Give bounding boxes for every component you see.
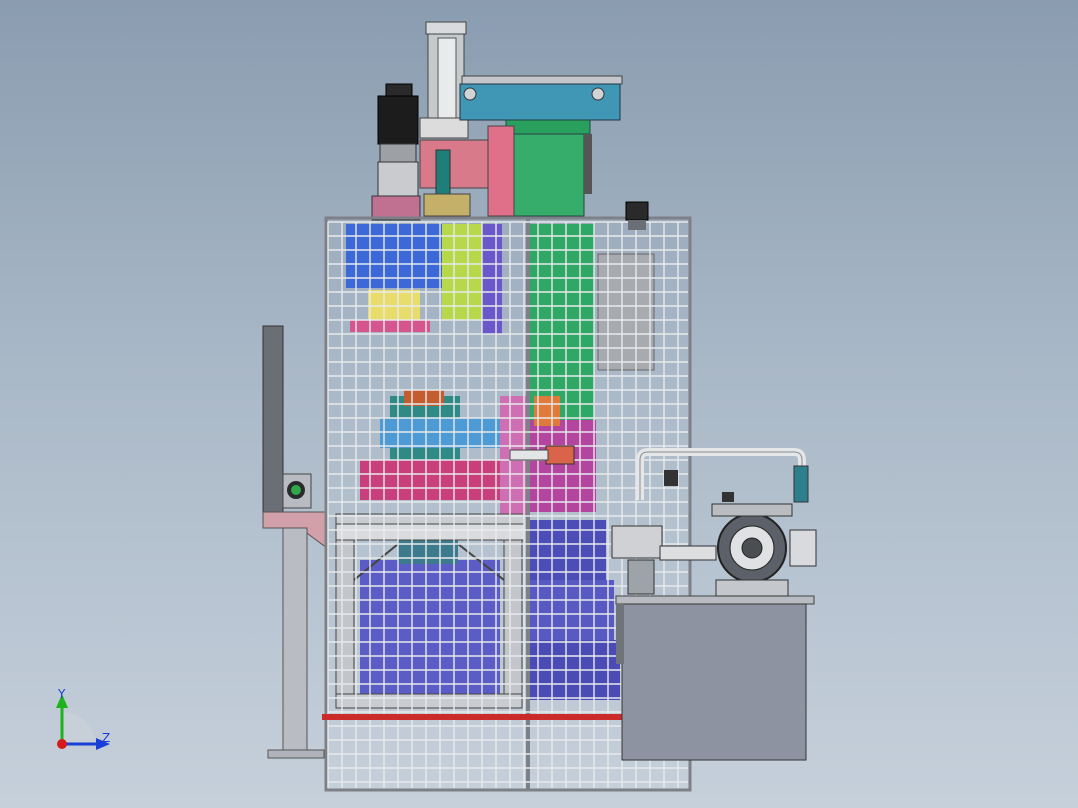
z-axis-label: Z <box>102 731 110 745</box>
y-axis-label: Y <box>57 687 66 701</box>
servo-motor <box>371 83 421 221</box>
origin-dot <box>57 739 67 749</box>
coordinate-triad: Y Z <box>56 687 110 750</box>
control-column <box>262 325 328 759</box>
top-sensor <box>625 201 649 230</box>
cad-viewport[interactable]: Y Z <box>0 0 1078 808</box>
